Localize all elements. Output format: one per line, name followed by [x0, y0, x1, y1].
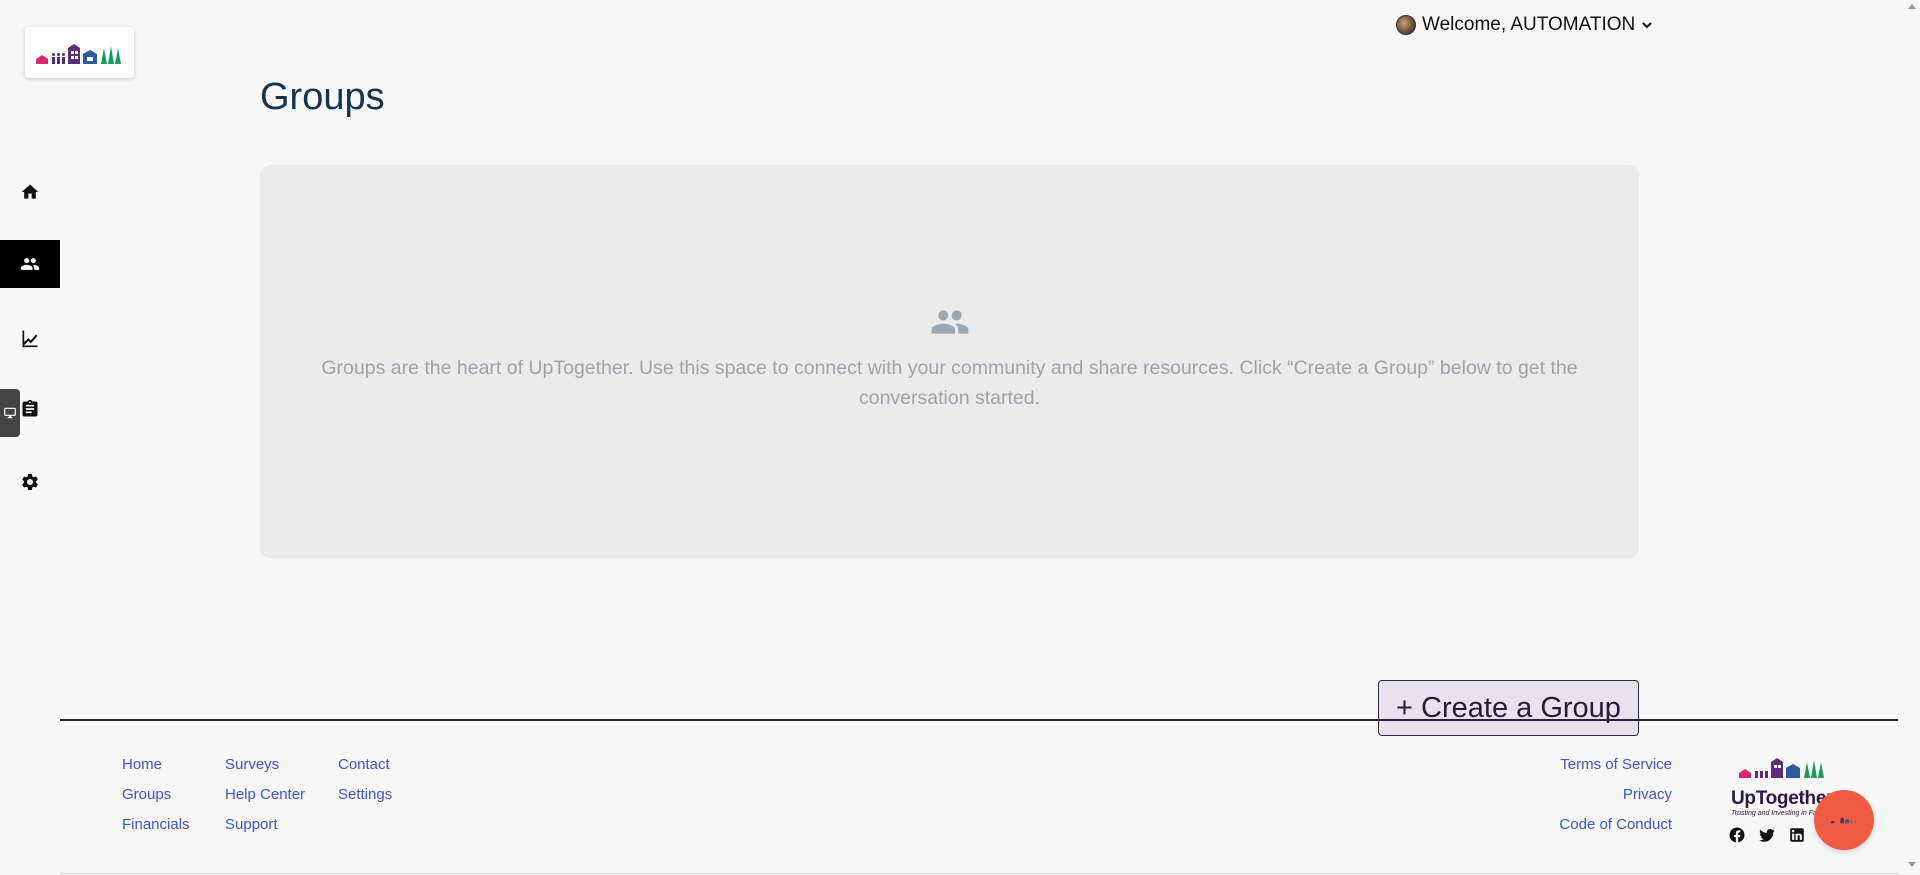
- clipboard-icon: [22, 399, 38, 417]
- monitor-icon: [4, 407, 16, 419]
- empty-state-text: Groups are the heart of UpTogether. Use …: [321, 357, 1578, 409]
- avatar: [1396, 15, 1416, 35]
- footer-link-contact[interactable]: Contact: [338, 757, 392, 773]
- chevron-down-icon: [1642, 22, 1652, 29]
- facebook-icon[interactable]: [1728, 826, 1746, 844]
- sidebar-item-financials[interactable]: [0, 314, 60, 362]
- uptogether-chat-icon: [1830, 817, 1857, 824]
- user-menu[interactable]: Welcome, AUTOMATION: [1396, 13, 1653, 37]
- linkedin-icon[interactable]: [1788, 826, 1806, 844]
- empty-state-people-icon: [930, 302, 970, 347]
- groups-empty-state: Groups are the heart of UpTogether. Use …: [260, 165, 1639, 558]
- scrollbar-up-arrow[interactable]: [1908, 4, 1916, 9]
- footer-link-settings[interactable]: Settings: [338, 787, 392, 803]
- footer-links-col1: Home Groups Financials: [122, 757, 190, 833]
- social-links: [1728, 826, 1806, 844]
- footer-link-privacy[interactable]: Privacy: [1540, 787, 1672, 803]
- sidebar: [0, 0, 60, 875]
- people-icon: [20, 258, 40, 270]
- uptogether-logo-icon: [1739, 758, 1824, 778]
- footer-link-surveys[interactable]: Surveys: [225, 757, 305, 773]
- footer-divider: [60, 719, 1898, 721]
- sidebar-item-home[interactable]: [0, 168, 60, 216]
- footer-link-financials[interactable]: Financials: [122, 817, 190, 833]
- twitter-icon[interactable]: [1758, 826, 1776, 844]
- footer-links-col2: Surveys Help Center Support: [225, 757, 305, 833]
- sidebar-item-groups[interactable]: [0, 240, 60, 288]
- home-icon: [21, 184, 39, 199]
- footer-link-support[interactable]: Support: [225, 817, 305, 833]
- footer-bottom-border: [60, 873, 1898, 874]
- sidebar-item-settings[interactable]: [0, 458, 60, 506]
- page-title: Groups: [260, 76, 385, 118]
- footer-link-home[interactable]: Home: [122, 757, 190, 773]
- welcome-text: Welcome, AUTOMATION: [1422, 14, 1636, 35]
- accessibility-toggle-tab[interactable]: [0, 389, 20, 437]
- chat-launcher-button[interactable]: [1814, 790, 1874, 850]
- footer-link-help-center[interactable]: Help Center: [225, 787, 305, 803]
- footer-link-terms[interactable]: Terms of Service: [1540, 757, 1672, 773]
- gear-icon: [22, 473, 38, 490]
- scrollbar-down-arrow[interactable]: [1908, 862, 1916, 867]
- footer-links-col3: Contact Settings: [338, 757, 392, 803]
- footer-link-code-of-conduct[interactable]: Code of Conduct: [1540, 817, 1672, 833]
- create-group-button[interactable]: + Create a Group: [1378, 680, 1639, 736]
- footer-legal-links: Terms of Service Privacy Code of Conduct: [1540, 757, 1672, 833]
- footer-link-groups[interactable]: Groups: [122, 787, 190, 803]
- chart-icon: [22, 330, 38, 348]
